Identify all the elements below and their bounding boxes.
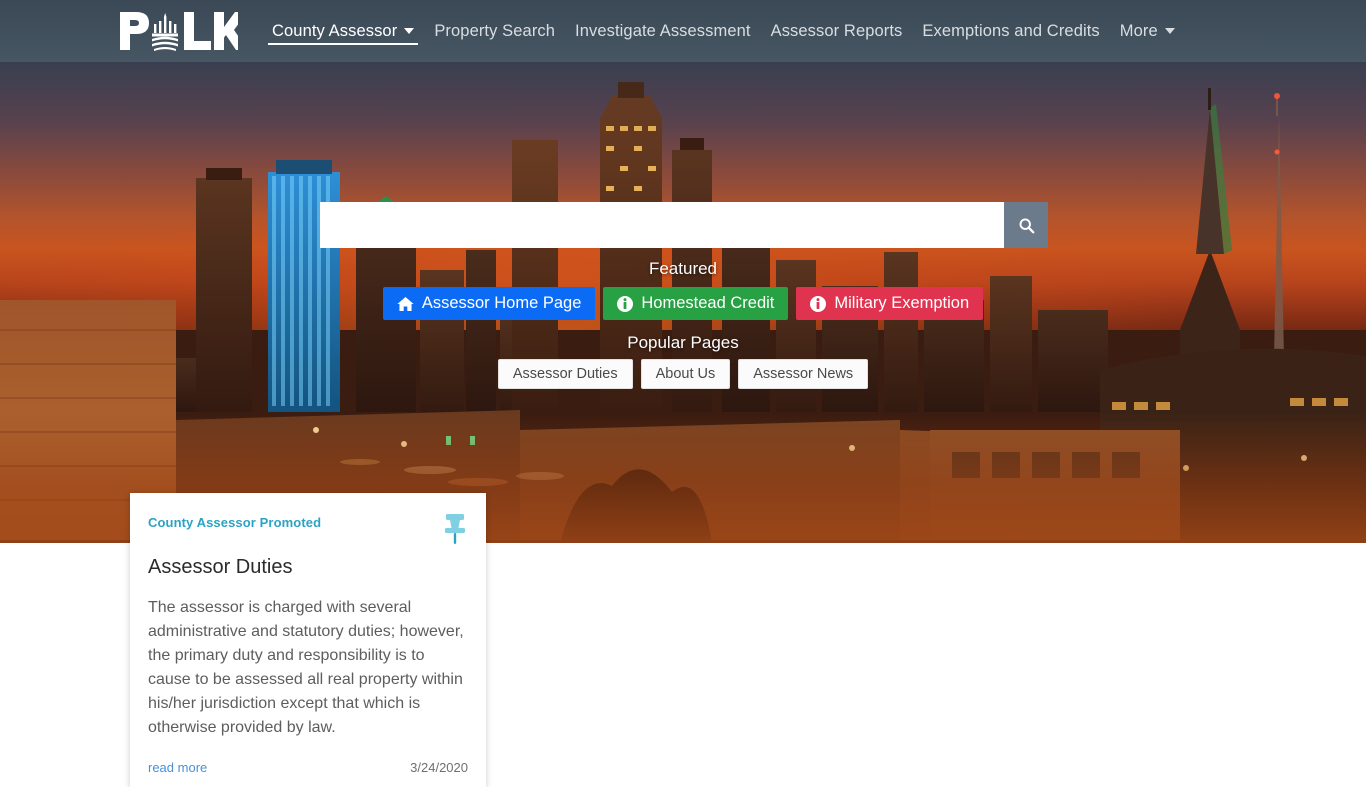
popular-button-label: About Us xyxy=(655,366,716,382)
search-bar xyxy=(320,202,1048,248)
card-header: County Assessor Promoted xyxy=(148,514,468,545)
popular-button-about-us[interactable]: About Us xyxy=(640,359,731,389)
popular-button-label: Assessor News xyxy=(753,366,854,382)
nav-item-label: Exemptions and Credits xyxy=(922,21,1100,40)
card-body-text: The assessor is charged with several adm… xyxy=(148,599,464,736)
nav-item-investigate-assessment[interactable]: Investigate Assessment xyxy=(565,0,761,62)
search-submit-button[interactable] xyxy=(1004,202,1048,248)
pushpin-icon[interactable] xyxy=(442,511,468,545)
nav-item-property-search[interactable]: Property Search xyxy=(424,0,565,62)
featured-button-homestead-credit[interactable]: Homestead Credit xyxy=(603,287,789,320)
nav-item-label: More xyxy=(1119,21,1158,40)
popular-buttons-row: Assessor Duties About Us Assessor News xyxy=(0,359,1366,389)
chevron-down-icon xyxy=(404,28,415,34)
featured-button-assessor-home-page[interactable]: Assessor Home Page xyxy=(382,287,596,320)
nav-item-label: County Assessor xyxy=(272,21,398,40)
card-title[interactable]: Assessor Duties xyxy=(148,556,468,579)
featured-button-label: Homestead Credit xyxy=(641,294,775,312)
featured-button-label: Assessor Home Page xyxy=(421,294,582,312)
popular-section-label: Popular Pages xyxy=(627,333,739,352)
info-circle-icon xyxy=(617,295,634,312)
nav-item-assessor-reports[interactable]: Assessor Reports xyxy=(761,0,913,62)
home-icon xyxy=(397,296,414,311)
nav-item-label: Assessor Reports xyxy=(770,21,903,40)
featured-buttons-row: Assessor Home Page Homestead Credit Mili… xyxy=(0,287,1366,320)
featured-button-label: Military Exemption xyxy=(834,294,970,312)
popular-button-assessor-duties[interactable]: Assessor Duties xyxy=(497,359,633,389)
search-input[interactable] xyxy=(320,202,1004,248)
main-navbar: County Assessor Property Search Investig… xyxy=(0,0,1366,62)
search-icon xyxy=(1019,218,1034,233)
nav-item-exemptions-and-credits[interactable]: Exemptions and Credits xyxy=(912,0,1109,62)
info-circle-icon xyxy=(810,295,827,312)
popular-button-assessor-news[interactable]: Assessor News xyxy=(738,359,869,389)
popular-button-label: Assessor Duties xyxy=(512,366,618,382)
featured-section-label: Featured xyxy=(648,259,718,278)
promoted-article-card: County Assessor Promoted Assessor Duties… xyxy=(130,493,486,787)
nav-item-label: Property Search xyxy=(434,21,556,40)
card-kicker-label[interactable]: County Assessor Promoted xyxy=(148,515,321,530)
nav-links: County Assessor Property Search Investig… xyxy=(262,0,1185,62)
polk-capitol-dome-logo-icon xyxy=(120,12,238,51)
nav-item-county-assessor[interactable]: County Assessor xyxy=(262,0,424,62)
chevron-down-icon xyxy=(1164,28,1175,34)
featured-button-military-exemption[interactable]: Military Exemption xyxy=(796,287,984,320)
nav-item-more[interactable]: More xyxy=(1110,0,1185,62)
brand-logo-link[interactable] xyxy=(118,0,238,62)
nav-item-label: Investigate Assessment xyxy=(575,21,751,40)
